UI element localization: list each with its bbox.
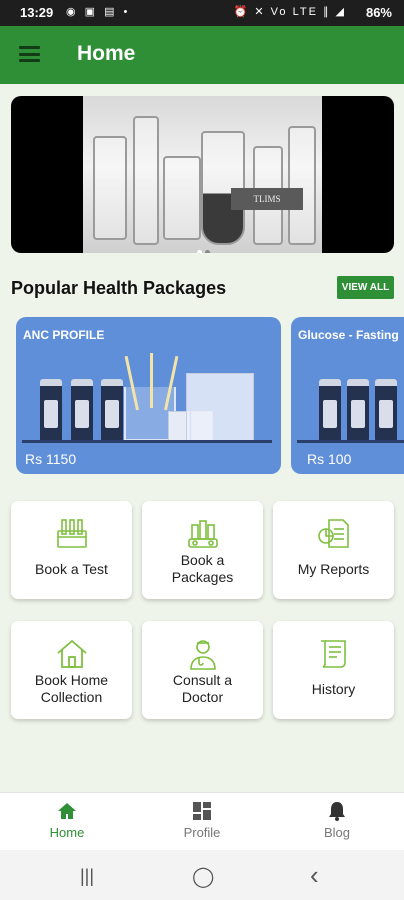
system-status-icons: ⏰ ✕ Vo LTE ∥ ◢ bbox=[233, 6, 346, 18]
history-tile[interactable]: History bbox=[273, 621, 394, 719]
nav-profile[interactable]: Profile bbox=[162, 801, 242, 840]
package-price: Rs 100 bbox=[307, 451, 352, 467]
my-reports-tile[interactable]: My Reports bbox=[273, 501, 394, 599]
sample-bottle-image bbox=[347, 379, 369, 442]
book-package-tile[interactable]: Book a Packages bbox=[142, 501, 263, 599]
battery-percent: 86% bbox=[365, 5, 392, 20]
report-chart-icon bbox=[318, 519, 349, 548]
status-time: 13:29 bbox=[20, 5, 54, 20]
recents-button[interactable]: ||| bbox=[80, 866, 94, 887]
notification-icons: ◉ ▣ ▤ • bbox=[66, 6, 131, 18]
tile-label-line: Consult a bbox=[172, 672, 233, 688]
package-name: Glucose - Fasting bbox=[298, 328, 399, 342]
nav-label: Blog bbox=[323, 825, 351, 840]
nav-blog[interactable]: Blog bbox=[297, 801, 377, 840]
lab-glassware-image: TLIMS bbox=[83, 96, 322, 253]
section-title: Popular Health Packages bbox=[11, 278, 227, 298]
nav-label: Profile bbox=[183, 825, 221, 840]
nav-label: Home bbox=[49, 825, 85, 840]
home-icon bbox=[58, 803, 76, 819]
package-card[interactable]: Glucose - Fasting Rs 100 bbox=[291, 317, 404, 474]
home-button[interactable]: ◯ bbox=[192, 864, 214, 889]
sample-bottle-image bbox=[375, 379, 397, 442]
package-card[interactable]: ANC PROFILE Rs 1150 bbox=[16, 317, 281, 474]
tile-label-line: Book a bbox=[180, 552, 225, 568]
app-bar: Home bbox=[0, 26, 404, 84]
tile-label-line: Book a Test bbox=[35, 561, 108, 577]
sample-bottle-image bbox=[101, 379, 123, 442]
banner-logo-text: TLIMS bbox=[231, 188, 303, 210]
book-home-collection-tile[interactable]: Book Home Collection bbox=[11, 621, 132, 719]
grid-icon bbox=[193, 802, 211, 820]
back-button[interactable]: ‹ bbox=[310, 860, 319, 891]
tile-label-line: Book Home bbox=[34, 672, 109, 688]
tile-label-line: Packages bbox=[171, 569, 234, 585]
test-tubes-icon bbox=[57, 519, 87, 548]
doctor-icon bbox=[190, 640, 216, 670]
package-name: ANC PROFILE bbox=[23, 328, 105, 342]
tile-label-line: History bbox=[311, 681, 356, 697]
consult-doctor-tile[interactable]: Consult a Doctor bbox=[142, 621, 263, 719]
home-icon bbox=[57, 639, 87, 668]
scroll-icon bbox=[321, 640, 346, 668]
tile-label-line: My Reports bbox=[297, 561, 370, 577]
system-navigation-bar: ||| ◯ ‹ bbox=[0, 850, 404, 900]
banner-carousel[interactable]: TLIMS bbox=[11, 96, 394, 253]
bell-icon bbox=[329, 802, 345, 821]
tile-label-line: Collection bbox=[40, 689, 103, 705]
package-price: Rs 1150 bbox=[25, 451, 77, 467]
tile-label-line: Doctor bbox=[181, 689, 224, 705]
bottom-navigation: Home Profile Blog bbox=[0, 792, 404, 851]
page-title: Home bbox=[77, 42, 136, 65]
package-tubes-icon bbox=[188, 520, 218, 548]
status-bar: 13:29 ◉ ▣ ▤ • ⏰ ✕ Vo LTE ∥ ◢ 86% bbox=[0, 0, 404, 26]
sample-bottle-image bbox=[40, 379, 62, 442]
hamburger-menu-icon[interactable] bbox=[19, 46, 40, 62]
sample-bottle-image bbox=[319, 379, 341, 442]
view-all-button[interactable]: VIEW ALL bbox=[337, 276, 394, 299]
nav-home[interactable]: Home bbox=[27, 801, 107, 840]
sample-bottle-image bbox=[71, 379, 93, 442]
carousel-indicator bbox=[197, 242, 213, 253]
book-test-tile[interactable]: Book a Test bbox=[11, 501, 132, 599]
